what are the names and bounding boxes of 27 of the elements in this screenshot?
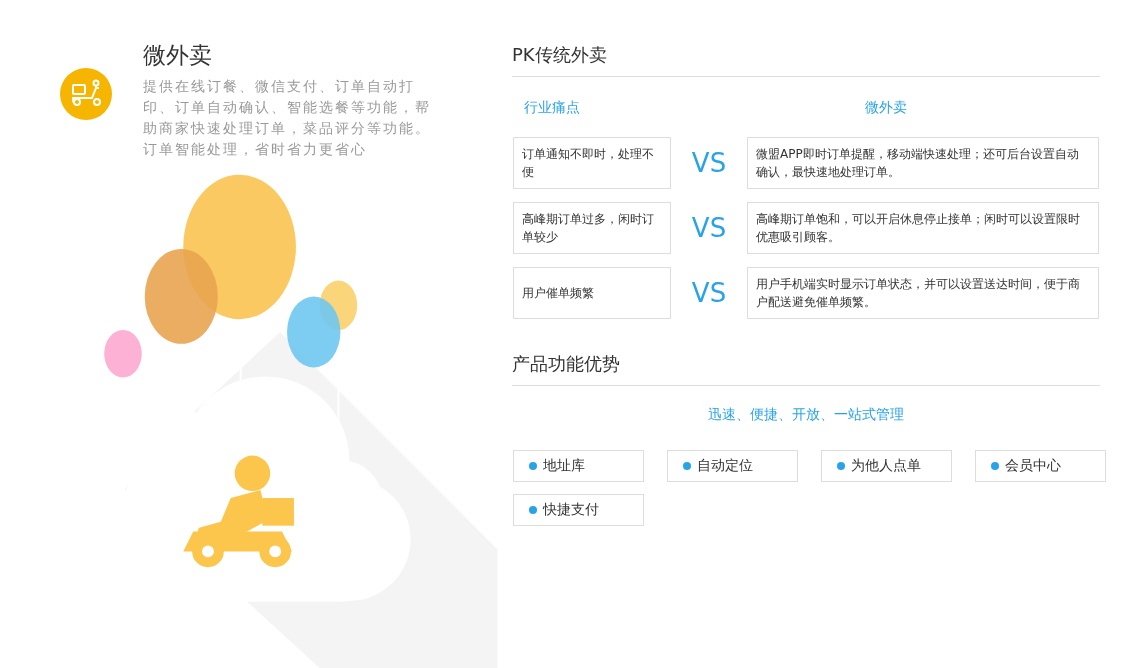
problem-card: 订单通知不即时，处理不便 — [513, 137, 671, 189]
column-heading: 微外卖 — [864, 98, 909, 117]
problem-card: 用户催单频繁 — [513, 267, 671, 319]
column-heading: 行业痛点 — [523, 98, 582, 117]
problem-card: 高峰期订单过多，闲时订单较少 — [513, 202, 671, 254]
product-title: 微外卖 — [143, 41, 213, 70]
bullet-icon — [529, 462, 537, 470]
bullet-icon — [837, 462, 845, 470]
scooter-icon — [60, 68, 112, 120]
bullet-icon — [683, 462, 691, 470]
section-heading: 产品功能优势 — [512, 351, 1100, 386]
feature-label: 快捷支付 — [543, 501, 599, 519]
solution-card: 用户手机端实时显示订单状态，并可以设置送达时间，便于商户配送避免催单频繁。 — [747, 267, 1099, 319]
bullet-icon — [529, 506, 537, 514]
vs-label: VS — [690, 148, 728, 178]
feature-label: 为他人点单 — [851, 457, 921, 475]
solution-card: 高峰期订单饱和，可以开启休息停止接单；闲时可以设置限时优惠吸引顾客。 — [747, 202, 1099, 254]
section-heading: PK传统外卖 — [512, 42, 1100, 77]
tagline: 迅速、便捷、开放、一站式管理 — [707, 405, 905, 424]
vs-label: VS — [690, 278, 728, 308]
product-description: 提供在线订餐、微信支付、订单自动打印、订单自动确认、智能选餐等功能，帮助商家快速处理订单，菜品评分等功能。订单智能处理，省时省力更省心 — [143, 77, 432, 159]
feature-label: 地址库 — [543, 457, 585, 475]
feature-label: 自动定位 — [697, 457, 753, 475]
solution-card: 微盟APP即时订单提醒，移动端快速处理；还可后台设置自动确认，最快速地处理订单。 — [747, 137, 1099, 189]
vs-label: VS — [690, 213, 728, 243]
feature-label: 会员中心 — [1005, 457, 1061, 475]
bullet-icon — [991, 462, 999, 470]
